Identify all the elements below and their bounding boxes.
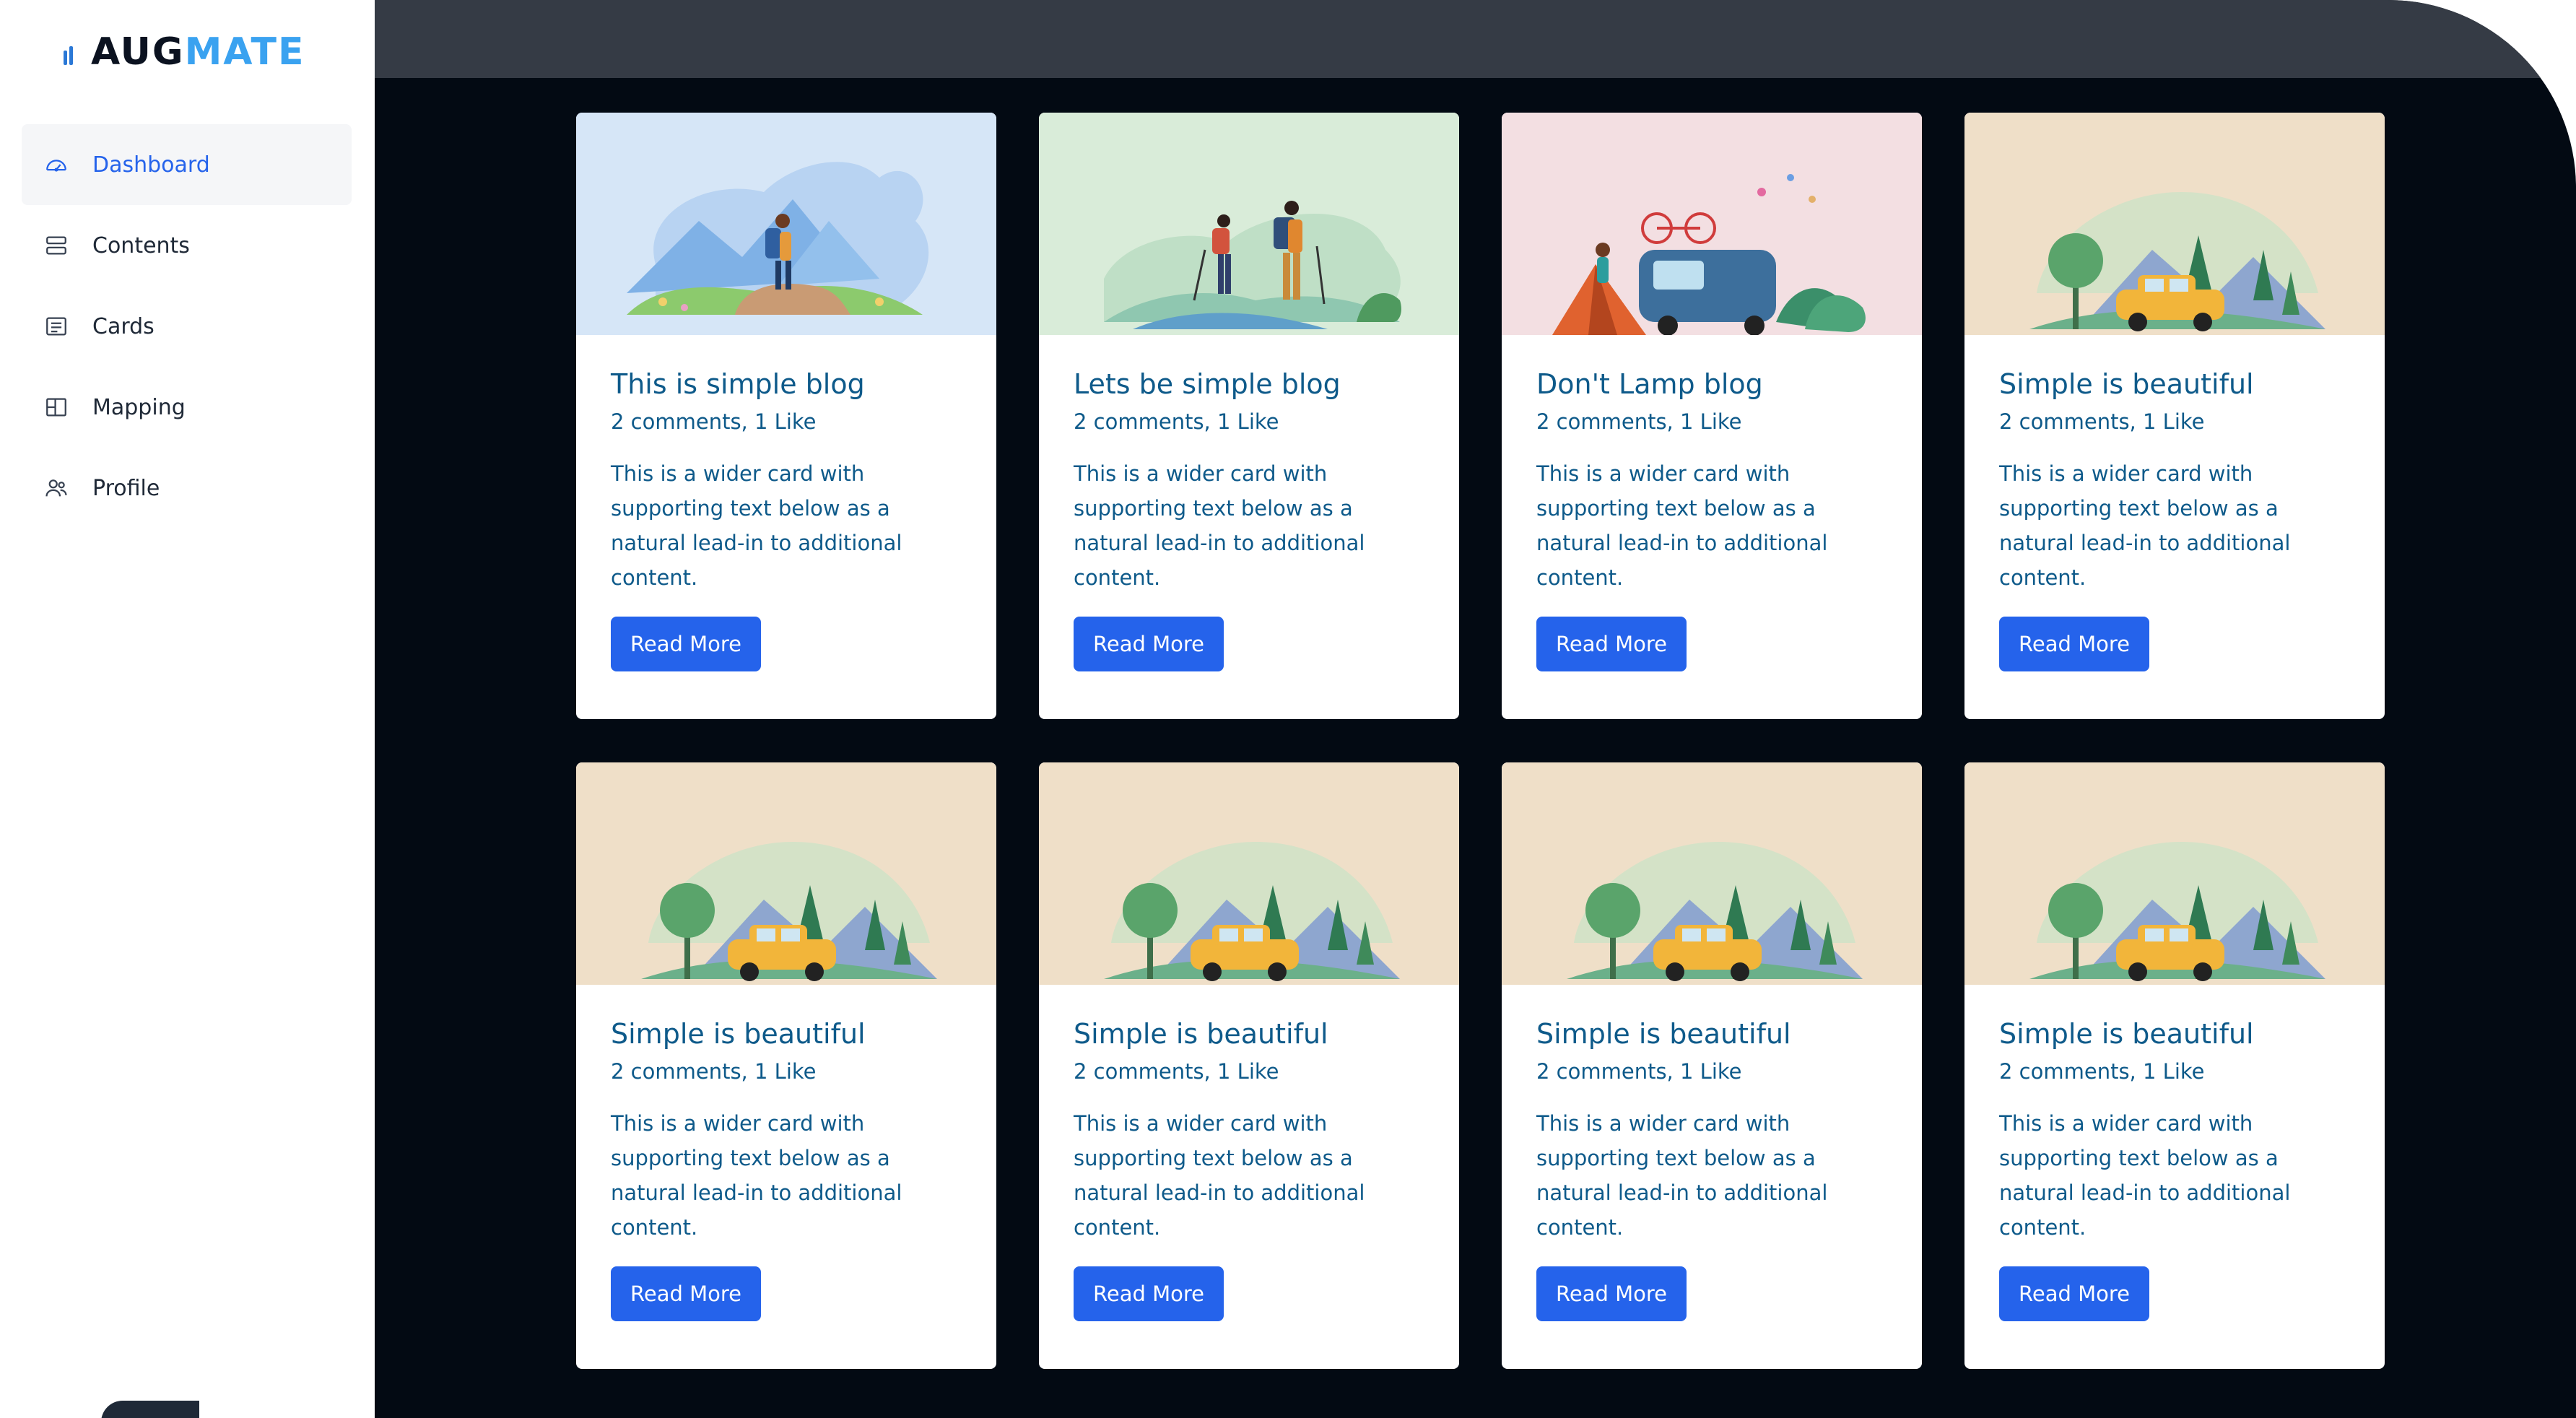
card-text: This is a wider card with supporting tex… [611,461,902,590]
road-trip-illustration-icon [1039,762,1459,985]
read-more-button[interactable]: Read More [611,617,761,671]
card-image [1502,762,1922,985]
blog-card: Simple is beautiful 2 comments, 1 Like T… [1964,762,2385,1369]
mapping-icon [43,394,69,420]
card-text: This is a wider card with supporting tex… [1999,1111,2291,1240]
card-meta: 2 comments, 1 Like [1536,1059,1742,1084]
read-more-button[interactable]: Read More [1999,1266,2149,1321]
card-body: Don't Lamp blog 2 comments, 1 Like This … [1502,335,1922,671]
app-root: AUG MATE Dashboard Contents Cards Mappin… [0,0,2576,1418]
blog-card: This is simple blog 2 comments, 1 Like T… [576,113,996,719]
card-body: This is simple blog 2 comments, 1 Like T… [576,335,996,671]
read-more-button[interactable]: Read More [611,1266,761,1321]
card-body: Simple is beautiful 2 comments, 1 Like T… [1502,985,1922,1321]
sidebar-nav: Dashboard Contents Cards Mapping Profile [22,124,352,529]
card-meta: 2 comments, 1 Like [1074,409,1279,434]
sidebar-item-profile[interactable]: Profile [22,448,352,529]
contents-icon [43,232,69,258]
road-trip-illustration-icon [1964,762,2385,985]
top-bar [375,0,2576,78]
card-image [576,762,996,985]
card-text: This is a wider card with supporting tex… [1536,1111,1828,1240]
card-text: This is a wider card with supporting tex… [1074,1111,1365,1240]
read-more-button[interactable]: Read More [1536,617,1687,671]
card-meta: 2 comments, 1 Like [1536,409,1742,434]
blog-card: Simple is beautiful 2 comments, 1 Like T… [1502,762,1922,1369]
sidebar-item-dashboard[interactable]: Dashboard [22,124,352,205]
card-meta: 2 comments, 1 Like [1999,1059,2205,1084]
card-title[interactable]: Lets be simple blog [1074,367,1424,401]
card-meta: 2 comments, 1 Like [1074,1059,1279,1084]
sidebar: AUG MATE Dashboard Contents Cards Mappin… [0,0,375,1418]
couple-hiking-illustration-icon [1039,113,1459,335]
card-body: Simple is beautiful 2 comments, 1 Like T… [1964,985,2385,1321]
card-image [576,113,996,335]
card-text: This is a wider card with supporting tex… [1074,461,1365,590]
card-text: This is a wider card with supporting tex… [1999,461,2291,590]
card-meta: 2 comments, 1 Like [611,409,817,434]
card-grid: This is simple blog 2 comments, 1 Like T… [576,113,2385,1369]
card-image [1502,113,1922,335]
card-title[interactable]: Simple is beautiful [1074,1017,1424,1051]
sidebar-item-label: Cards [92,313,155,339]
card-text: This is a wider card with supporting tex… [1536,461,1828,590]
card-title[interactable]: Simple is beautiful [611,1017,962,1051]
cards-icon [43,313,69,339]
read-more-button[interactable]: Read More [1074,617,1224,671]
card-body: Lets be simple blog 2 comments, 1 Like T… [1039,335,1459,671]
sidebar-item-mapping[interactable]: Mapping [22,367,352,448]
card-image [1964,762,2385,985]
blog-card: Simple is beautiful 2 comments, 1 Like T… [1964,113,2385,719]
main-content: This is simple blog 2 comments, 1 Like T… [375,0,2576,1418]
card-image [1039,762,1459,985]
card-title[interactable]: Don't Lamp blog [1536,367,1887,401]
dashboard-icon [43,152,69,178]
blog-card: Lets be simple blog 2 comments, 1 Like T… [1039,113,1459,719]
sidebar-footer-decoration [101,1401,199,1418]
card-title[interactable]: Simple is beautiful [1536,1017,1887,1051]
read-more-button[interactable]: Read More [1074,1266,1224,1321]
card-image [1039,113,1459,335]
blog-card: Simple is beautiful 2 comments, 1 Like T… [1039,762,1459,1369]
read-more-button[interactable]: Read More [1999,617,2149,671]
card-text: This is a wider card with supporting tex… [611,1111,902,1240]
blog-card: Simple is beautiful 2 comments, 1 Like T… [576,762,996,1369]
card-body: Simple is beautiful 2 comments, 1 Like T… [576,985,996,1321]
road-trip-illustration-icon [576,762,996,985]
sidebar-item-label: Dashboard [92,152,210,178]
sidebar-item-cards[interactable]: Cards [22,286,352,367]
card-body: Simple is beautiful 2 comments, 1 Like T… [1964,335,2385,671]
brand-name-part2: MATE [184,30,305,74]
hiker-illustration-icon [576,113,996,335]
sidebar-item-label: Contents [92,232,190,258]
card-image [1964,113,2385,335]
logo-mark-icon [64,46,75,65]
read-more-button[interactable]: Read More [1536,1266,1687,1321]
camping-illustration-icon [1502,113,1922,335]
card-body: Simple is beautiful 2 comments, 1 Like T… [1039,985,1459,1321]
brand-name-part1: AUG [91,30,185,74]
card-meta: 2 comments, 1 Like [1999,409,2205,434]
blog-card: Don't Lamp blog 2 comments, 1 Like This … [1502,113,1922,719]
card-title[interactable]: Simple is beautiful [1999,1017,2350,1051]
card-title[interactable]: Simple is beautiful [1999,367,2350,401]
profile-icon [43,475,69,501]
card-meta: 2 comments, 1 Like [611,1059,817,1084]
sidebar-item-label: Mapping [92,394,186,420]
card-title[interactable]: This is simple blog [611,367,962,401]
brand-logo[interactable]: AUG MATE [64,30,305,74]
sidebar-item-label: Profile [92,475,160,501]
sidebar-item-contents[interactable]: Contents [22,205,352,286]
road-trip-illustration-icon [1964,113,2385,335]
road-trip-illustration-icon [1502,762,1922,985]
